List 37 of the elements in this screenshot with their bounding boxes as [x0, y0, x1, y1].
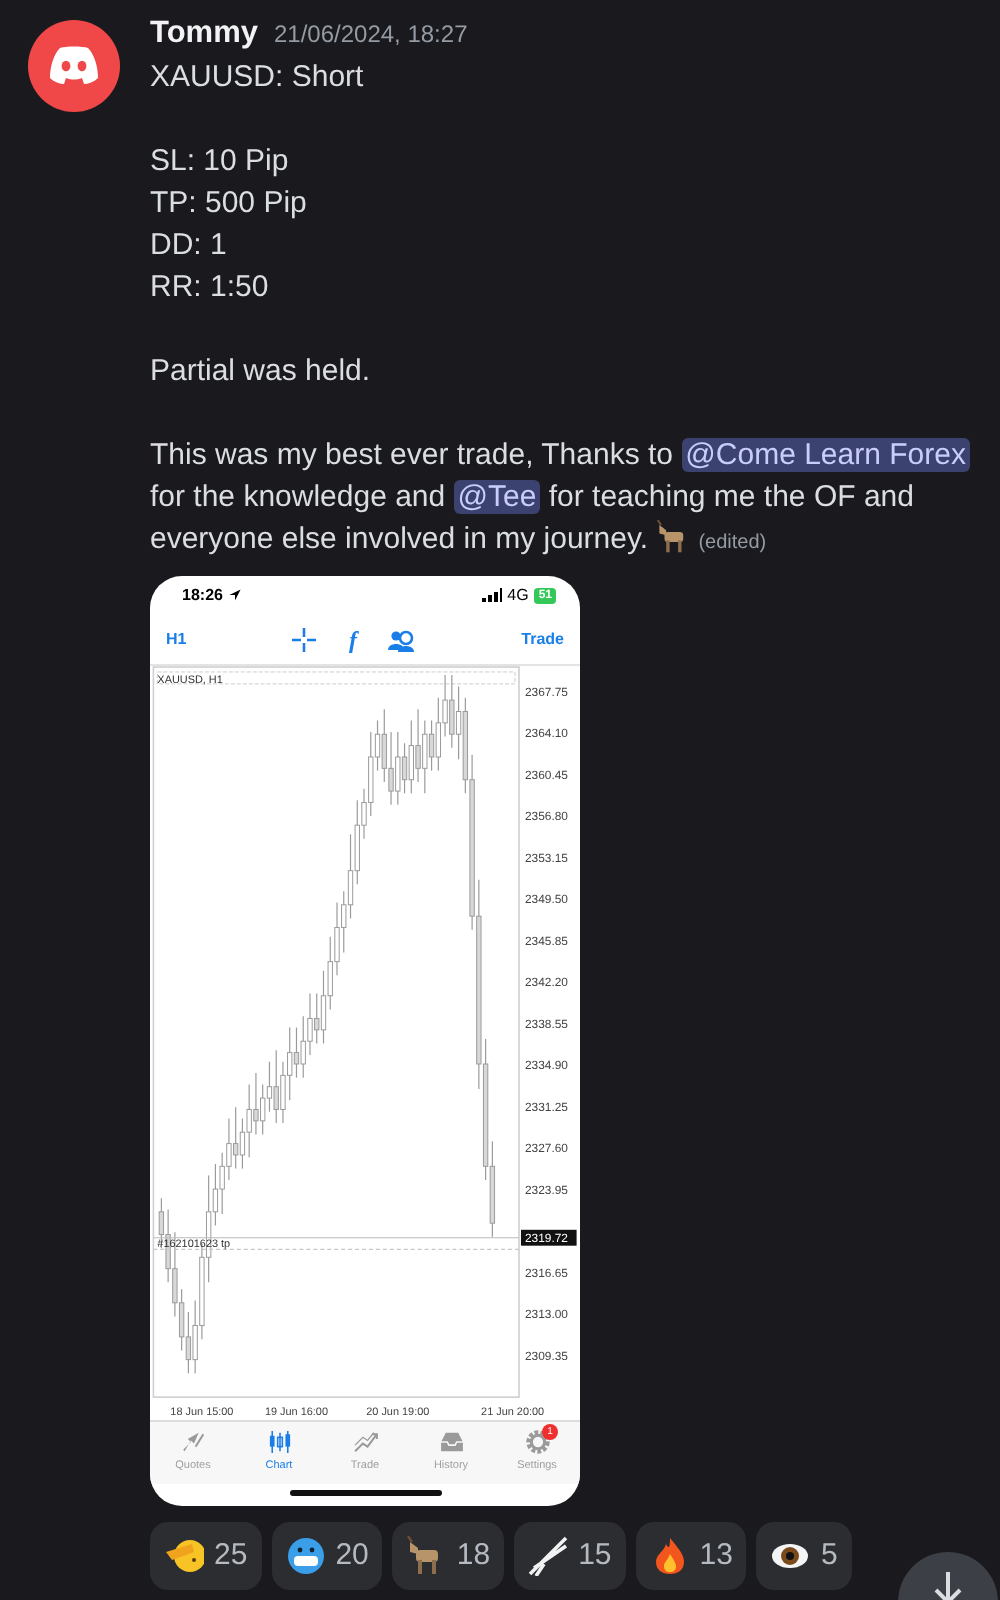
message-line: Partial was held. [150, 352, 373, 392]
crosshair-icon[interactable] [292, 627, 317, 652]
reaction-button[interactable]: 13 [635, 1522, 747, 1590]
saluting-face-icon [164, 1536, 204, 1576]
mention-link[interactable]: @Come Learn Forex [681, 438, 970, 472]
inbox-tray-icon [437, 1428, 465, 1457]
controller-logo-icon [46, 44, 102, 88]
message-text: This was my best ever trade, Thanks to @Come Learn Forex for the knowledge and @Tee for teaching me the OF and everyone else involved in my journey. (edited) [150, 436, 972, 560]
reaction-button[interactable]: 5 [756, 1522, 852, 1590]
cold-face-icon [285, 1536, 326, 1576]
trade-button[interactable]: Trade [521, 627, 564, 652]
people-icon[interactable] [388, 627, 415, 652]
settings-icon [523, 1428, 551, 1457]
location-arrow-icon [228, 588, 243, 603]
message-line: RR: 1:50 [150, 268, 271, 308]
rifle-icon [528, 1536, 569, 1576]
message-line: TP: 500 Pip [150, 184, 309, 224]
mention-link[interactable]: @Tee [453, 480, 541, 514]
reaction-button[interactable]: 20 [271, 1522, 383, 1590]
message-line: SL: 10 Pip [150, 142, 291, 182]
author-name[interactable]: Tommy [150, 12, 258, 54]
function-button[interactable]: f [348, 621, 357, 658]
edited-label: (edited) [698, 532, 767, 554]
timestamp: 21/06/2024, 18:27 [273, 18, 468, 52]
line-chart-icon [351, 1428, 379, 1457]
reaction-button[interactable]: 25 [150, 1522, 262, 1590]
reaction-button[interactable]: 15 [514, 1522, 626, 1590]
avatar[interactable] [28, 20, 120, 112]
candles-icon [265, 1428, 293, 1457]
network-label: 4G [507, 583, 529, 608]
signal-icon [481, 588, 502, 603]
message-line: DD: 1 [150, 226, 229, 266]
status-time: 18:26 [182, 583, 223, 608]
reaction-button[interactable]: 18 [392, 1522, 505, 1590]
message-line: XAUUSD: Short [150, 58, 366, 98]
timeframe-button[interactable]: H1 [166, 627, 187, 652]
quotes-icon [179, 1428, 207, 1457]
